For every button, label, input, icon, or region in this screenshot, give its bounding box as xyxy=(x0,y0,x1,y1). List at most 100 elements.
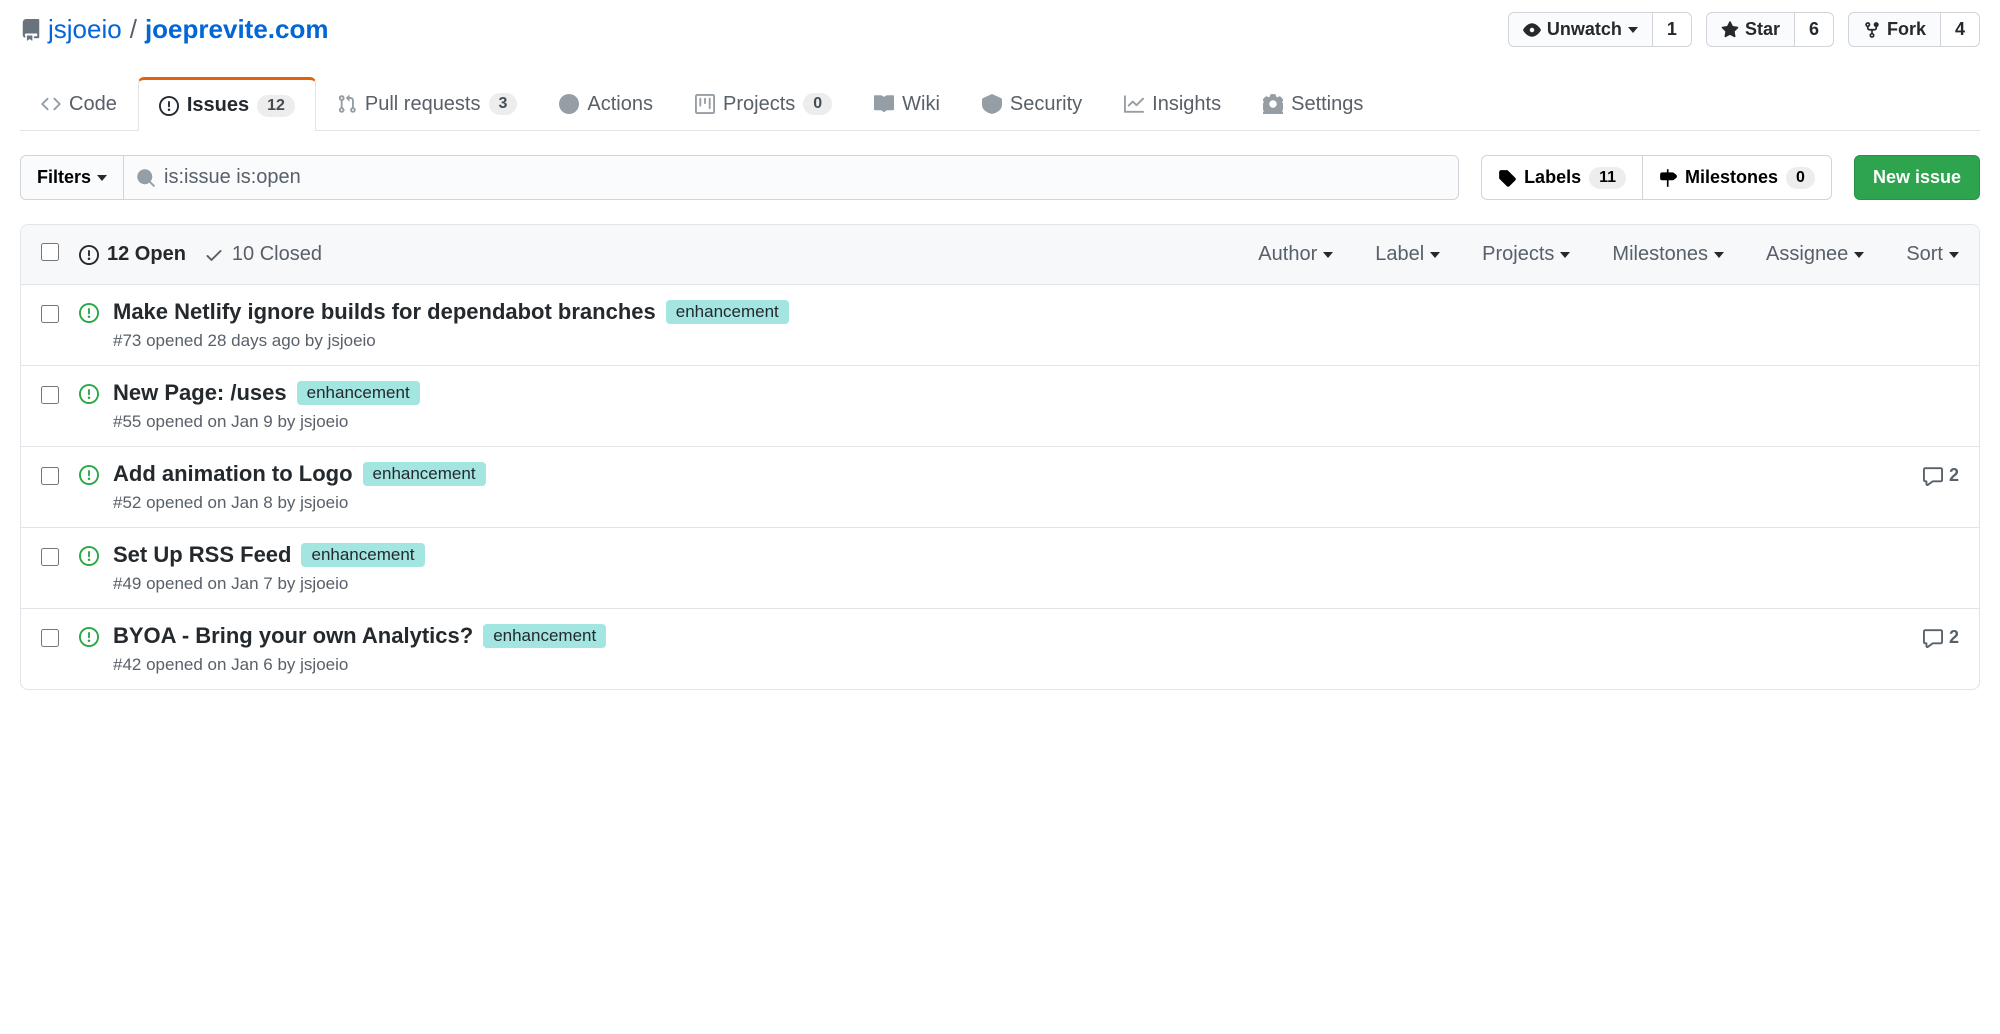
label-badge[interactable]: enhancement xyxy=(666,300,789,324)
repo-icon xyxy=(20,19,42,41)
issue-title[interactable]: Add animation to Logo xyxy=(113,461,353,487)
tab-insights[interactable]: Insights xyxy=(1103,77,1242,130)
issue-title[interactable]: New Page: /uses xyxy=(113,380,287,406)
fork-group: Fork 4 xyxy=(1848,12,1980,47)
open-count-label: 12 Open xyxy=(107,243,186,266)
tab-wiki[interactable]: Wiki xyxy=(853,77,961,130)
labels-label: Labels xyxy=(1524,167,1581,188)
pull-request-icon xyxy=(337,94,357,114)
issue-meta: #49 opened on Jan 7 by jsjoeio xyxy=(113,574,1959,594)
comment-icon xyxy=(1923,466,1943,486)
issue-row: Add animation to Logo enhancement #52 op… xyxy=(21,447,1979,528)
tag-icon xyxy=(1498,169,1516,187)
filters-button[interactable]: Filters xyxy=(20,155,123,200)
issue-comments[interactable]: 2 xyxy=(1923,623,1959,648)
filter-label: Milestones xyxy=(1612,243,1708,266)
watch-group: Unwatch 1 xyxy=(1508,12,1692,47)
tab-settings[interactable]: Settings xyxy=(1242,77,1384,130)
gear-icon xyxy=(1263,94,1283,114)
issue-meta: #42 opened on Jan 6 by jsjoeio xyxy=(113,655,1923,675)
project-icon xyxy=(695,94,715,114)
issue-meta: #55 opened on Jan 9 by jsjoeio xyxy=(113,412,1959,432)
tab-actions[interactable]: Actions xyxy=(538,77,674,130)
repo-name-link[interactable]: joeprevite.com xyxy=(145,14,329,45)
issue-row: BYOA - Bring your own Analytics? enhance… xyxy=(21,609,1979,689)
star-group: Star 6 xyxy=(1706,12,1834,47)
shield-icon xyxy=(982,94,1002,114)
issue-checkbox[interactable] xyxy=(41,467,59,485)
filter-sort[interactable]: Sort xyxy=(1906,243,1959,266)
comment-count: 2 xyxy=(1949,465,1959,486)
label-badge[interactable]: enhancement xyxy=(363,462,486,486)
star-label: Star xyxy=(1745,19,1780,40)
issue-open-icon xyxy=(79,380,99,404)
separator: / xyxy=(130,14,137,45)
filter-projects[interactable]: Projects xyxy=(1482,243,1570,266)
caret-down-icon xyxy=(1323,252,1333,258)
issue-checkbox[interactable] xyxy=(41,305,59,323)
tab-pulls[interactable]: Pull requests 3 xyxy=(316,77,539,130)
tab-security[interactable]: Security xyxy=(961,77,1103,130)
check-icon xyxy=(204,245,224,265)
tab-code[interactable]: Code xyxy=(20,77,138,130)
filters-label: Filters xyxy=(37,167,91,188)
caret-down-icon xyxy=(1949,252,1959,258)
tab-pulls-label: Pull requests xyxy=(365,93,481,116)
label-badge[interactable]: enhancement xyxy=(297,381,420,405)
issue-open-icon xyxy=(79,245,99,265)
issue-row: New Page: /uses enhancement #55 opened o… xyxy=(21,366,1979,447)
milestones-button[interactable]: Milestones 0 xyxy=(1642,155,1832,200)
star-button[interactable]: Star xyxy=(1706,12,1795,47)
fork-count[interactable]: 4 xyxy=(1941,12,1980,47)
fork-icon xyxy=(1863,21,1881,39)
select-all-checkbox[interactable] xyxy=(41,243,59,261)
tab-issues-label: Issues xyxy=(187,94,249,117)
tab-security-label: Security xyxy=(1010,93,1082,116)
repo-title: jsjoeio / joeprevite.com xyxy=(20,14,328,45)
filter-label: Projects xyxy=(1482,243,1554,266)
tab-projects-label: Projects xyxy=(723,93,795,116)
tab-projects[interactable]: Projects 0 xyxy=(674,77,853,130)
issue-checkbox[interactable] xyxy=(41,548,59,566)
search-wrap[interactable] xyxy=(123,155,1459,200)
closed-filter[interactable]: 10 Closed xyxy=(204,243,322,266)
comment-count: 2 xyxy=(1949,627,1959,648)
tab-settings-label: Settings xyxy=(1291,93,1363,116)
filter-milestones[interactable]: Milestones xyxy=(1612,243,1724,266)
repo-owner-link[interactable]: jsjoeio xyxy=(48,14,122,45)
star-count[interactable]: 6 xyxy=(1795,12,1834,47)
repo-nav: Code Issues 12 Pull requests 3 Actions P… xyxy=(20,77,1980,131)
filter-label: Author xyxy=(1258,243,1317,266)
search-input[interactable] xyxy=(156,156,1446,199)
issue-title[interactable]: Make Netlify ignore builds for dependabo… xyxy=(113,299,656,325)
new-issue-button[interactable]: New issue xyxy=(1854,155,1980,200)
book-icon xyxy=(874,94,894,114)
filter-label[interactable]: Label xyxy=(1375,243,1440,266)
issue-comments[interactable]: 2 xyxy=(1923,461,1959,486)
milestone-icon xyxy=(1659,169,1677,187)
label-badge[interactable]: enhancement xyxy=(483,624,606,648)
code-icon xyxy=(41,94,61,114)
labels-button[interactable]: Labels 11 xyxy=(1481,155,1642,200)
graph-icon xyxy=(1124,94,1144,114)
issue-title[interactable]: Set Up RSS Feed xyxy=(113,542,291,568)
open-filter[interactable]: 12 Open xyxy=(79,243,186,266)
issue-icon xyxy=(159,96,179,116)
issue-checkbox[interactable] xyxy=(41,629,59,647)
caret-down-icon xyxy=(97,175,107,181)
tab-issues[interactable]: Issues 12 xyxy=(138,77,316,131)
label-badge[interactable]: enhancement xyxy=(301,543,424,567)
watch-count[interactable]: 1 xyxy=(1653,12,1692,47)
filter-label: Assignee xyxy=(1766,243,1848,266)
fork-button[interactable]: Fork xyxy=(1848,12,1941,47)
tab-projects-count: 0 xyxy=(803,93,832,115)
issue-open-icon xyxy=(79,623,99,647)
unwatch-button[interactable]: Unwatch xyxy=(1508,12,1653,47)
milestones-count: 0 xyxy=(1786,167,1815,189)
filter-assignee[interactable]: Assignee xyxy=(1766,243,1864,266)
filter-author[interactable]: Author xyxy=(1258,243,1333,266)
issue-checkbox[interactable] xyxy=(41,386,59,404)
tab-wiki-label: Wiki xyxy=(902,93,940,116)
issue-title[interactable]: BYOA - Bring your own Analytics? xyxy=(113,623,473,649)
closed-count-label: 10 Closed xyxy=(232,243,322,266)
